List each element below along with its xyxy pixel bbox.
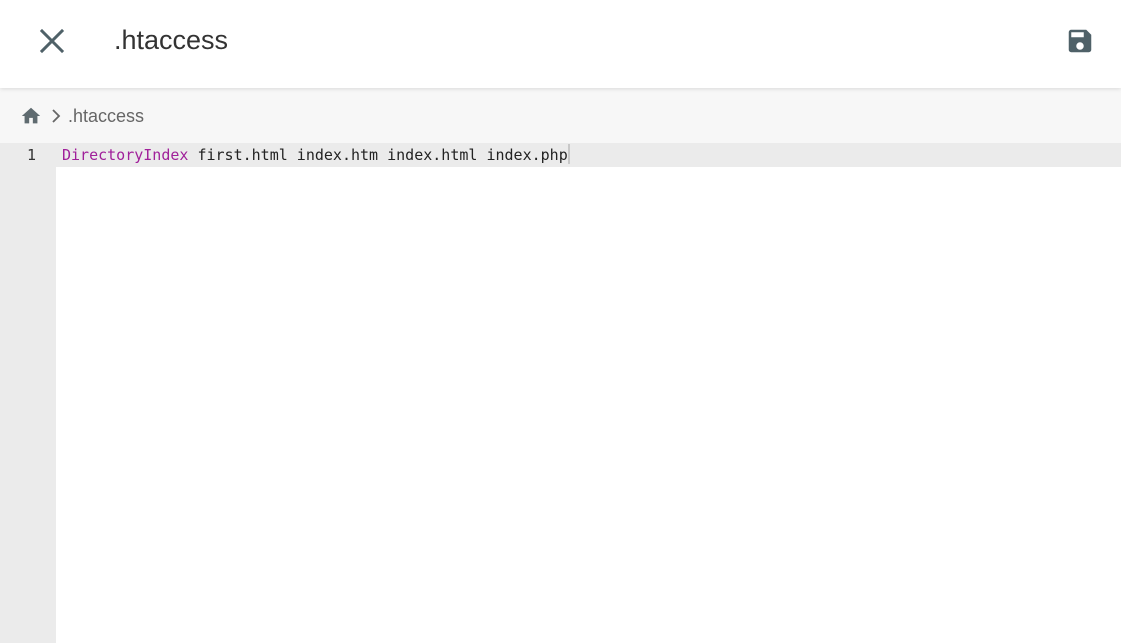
breadcrumb-item-htaccess[interactable]: .htaccess: [68, 105, 144, 127]
save-button[interactable]: [1056, 17, 1104, 65]
home-icon: [21, 107, 41, 124]
line-number: 1: [26, 146, 36, 164]
save-icon: [1068, 29, 1092, 53]
chevron-right-icon: [52, 109, 61, 123]
app-header: .htaccess: [0, 0, 1121, 88]
code-editor[interactable]: 1 DirectoryIndex first.html index.htm in…: [0, 143, 1121, 643]
breadcrumb-home-button[interactable]: [20, 105, 42, 127]
code-keyword: DirectoryIndex: [62, 146, 189, 164]
line-number-gutter: [0, 143, 56, 643]
file-title: .htaccess: [114, 25, 229, 55]
close-button[interactable]: [28, 17, 76, 65]
code-line[interactable]: DirectoryIndex first.html index.htm inde…: [62, 143, 570, 167]
close-icon: [39, 28, 65, 54]
breadcrumb: .htaccess: [0, 88, 1121, 143]
text-cursor: [567, 144, 570, 164]
code-text: first.html index.htm index.html index.ph…: [188, 146, 568, 164]
